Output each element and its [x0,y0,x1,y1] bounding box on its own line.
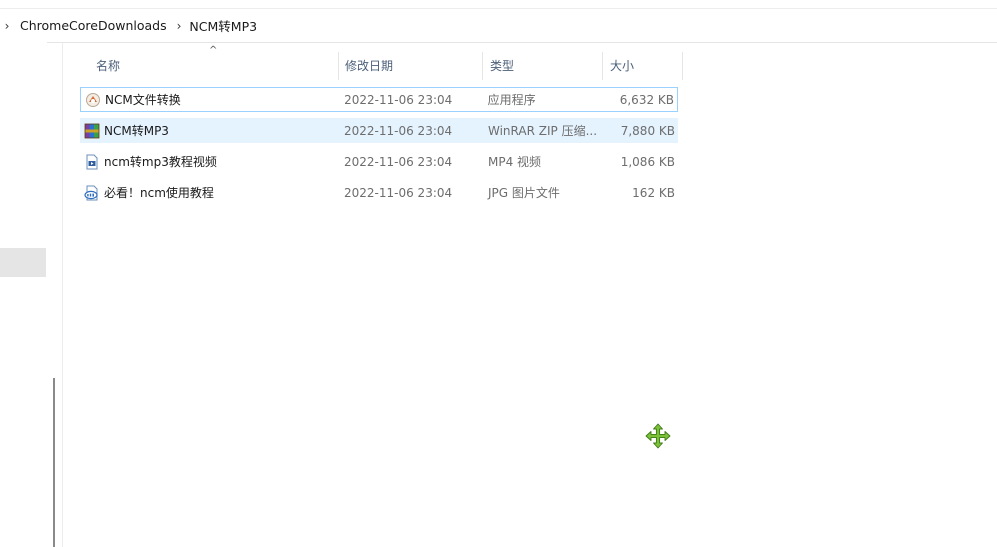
column-header-name[interactable]: 名称 [80,52,339,80]
file-type: JPG 图片文件 [488,186,560,200]
file-name-cell: 必看！ncm使用教程 [80,184,337,201]
file-size: 6,632 KB [619,92,675,107]
file-type: 应用程序 [487,93,536,107]
video-file-icon [84,154,100,170]
app-icon [85,92,101,108]
column-header-row: 名称 修改日期 类型 大小 [80,52,683,80]
file-name: ncm转mp3教程视频 [104,155,217,169]
column-header-type[interactable]: 类型 [483,52,603,80]
winrar-archive-icon [84,123,100,139]
file-type: MP4 视频 [488,155,542,169]
breadcrumb-item-chromecoredownloads[interactable]: ChromeCoreDownloads [14,18,175,33]
nav-scrollbar[interactable] [53,378,55,547]
file-date: 2022-11-06 23:04 [344,123,453,138]
column-header-size[interactable]: 大小 [603,52,683,80]
file-date: 2022-11-06 23:04 [344,92,453,107]
file-size: 162 KB [632,185,675,200]
column-header-date[interactable]: 修改日期 [339,52,483,80]
navigation-pane[interactable] [0,42,47,547]
move-cursor-icon [645,423,671,449]
file-row[interactable]: NCM文件转换 2022-11-06 23:04 应用程序 6,632 KB [80,87,678,112]
file-date: 2022-11-06 23:04 [344,154,453,169]
file-size: 1,086 KB [620,154,675,169]
jpg-file-icon [84,185,100,201]
breadcrumb-chevron-icon[interactable]: › [0,19,14,33]
file-name: NCM文件转换 [105,93,181,107]
file-date: 2022-11-06 23:04 [344,185,453,200]
address-bar[interactable]: › ChromeCoreDownloads › NCM转MP3 [0,8,997,43]
nav-selected-item[interactable] [0,248,46,277]
file-row[interactable]: 必看！ncm使用教程 2022-11-06 23:04 JPG 图片文件 162… [80,180,678,205]
file-name-cell: ncm转mp3教程视频 [80,153,337,170]
file-row[interactable]: ncm转mp3教程视频 2022-11-06 23:04 MP4 视频 1,08… [80,149,678,174]
file-size: 7,880 KB [620,123,675,138]
file-name: NCM转MP3 [104,124,169,138]
breadcrumb-chevron-icon[interactable]: › [175,19,184,33]
file-type: WinRAR ZIP 压缩... [488,124,598,138]
file-row[interactable]: NCM转MP3 2022-11-06 23:04 WinRAR ZIP 压缩..… [80,118,678,143]
pane-divider[interactable] [62,42,63,547]
file-name: 必看！ncm使用教程 [104,186,214,200]
breadcrumb-item-current-folder[interactable]: NCM转MP3 [183,16,265,35]
file-name-cell: NCM文件转换 [81,91,337,108]
file-name-cell: NCM转MP3 [80,122,337,139]
